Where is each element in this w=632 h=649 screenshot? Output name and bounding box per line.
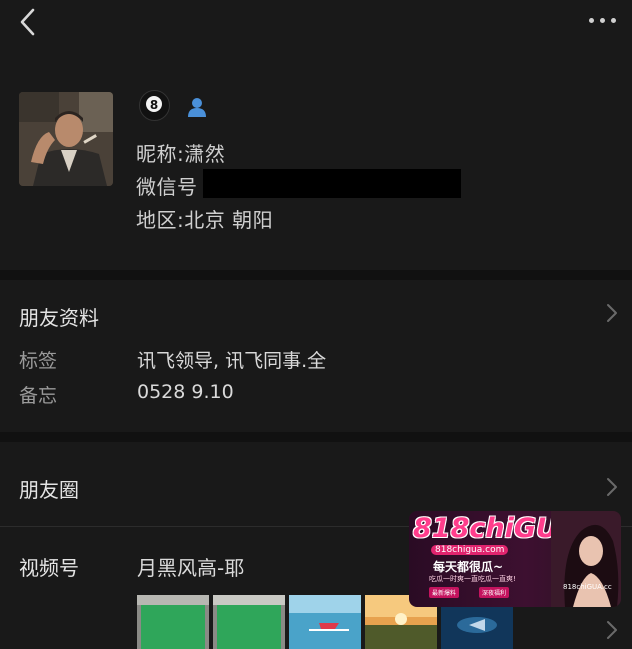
section-separator [0, 270, 632, 280]
more-dot [611, 18, 616, 23]
tags-label: 标签 [19, 350, 58, 372]
ad-url: 818chigua.com [431, 545, 509, 555]
ad-side-text: 818chiGUA.cc [563, 583, 612, 591]
friend-info-title: 朋友资料 [19, 306, 99, 330]
region-line: 地区:北京 朝阳 [136, 204, 273, 233]
moments-title: 朋友圈 [19, 478, 79, 502]
billiard-8-ball-icon: 8 [139, 90, 170, 121]
ad-overlay[interactable]: 818chiGUA 818chigua.com 每天都很瓜~ 吃瓜一时爽一直吃瓜… [409, 511, 621, 607]
avatar-image [19, 92, 113, 186]
green-screen-thumbnail[interactable] [213, 595, 285, 649]
person-icon [186, 96, 208, 118]
region-value: 北京 朝阳 [184, 208, 274, 232]
nickname-line: 昵称:潇然 [136, 138, 225, 167]
memo-label: 备忘 [19, 385, 58, 407]
nickname-label: 昵称 [136, 142, 177, 166]
memo-value: 0528 9.10 [137, 381, 234, 403]
more-dots-icon [589, 18, 594, 23]
wechat-id-line: 微信号 [136, 171, 198, 200]
nickname-value: 潇然 [184, 142, 226, 166]
chevron-left-icon [20, 8, 35, 36]
friend-info-section[interactable]: 朋友资料 标签 讯飞领导, 讯飞同事.全 备忘 0528 9.10 [0, 280, 632, 430]
ad-slogan: 每天都很瓜~ [433, 560, 504, 574]
channels-title: 视频号 [19, 556, 79, 580]
green-screen-thumbnail[interactable] [137, 595, 209, 649]
wechat-id-label: 微信号 [136, 175, 198, 199]
svg-text:8: 8 [150, 98, 158, 112]
avatar[interactable] [19, 92, 113, 186]
chevron-right-icon [607, 478, 617, 496]
section-separator [0, 432, 632, 442]
back-button[interactable] [14, 6, 44, 38]
boat-sea-thumbnail[interactable] [289, 595, 361, 649]
ad-subtext: 吃瓜一时爽一直吃瓜一直爽! [429, 575, 516, 583]
chevron-right-icon [607, 621, 617, 639]
ad-tag: 深夜福利 [479, 587, 510, 598]
ad-tag: 最新爆料 [429, 587, 460, 598]
ad-model-image [551, 511, 621, 607]
channels-value: 月黑风高-耶 [137, 556, 245, 580]
tags-value: 讯飞领导, 讯飞同事.全 [137, 350, 327, 372]
region-label: 地区 [136, 208, 177, 232]
more-button[interactable] [586, 10, 620, 30]
more-dot [600, 18, 605, 23]
wechat-id-redaction [203, 169, 461, 198]
chevron-right-icon [607, 304, 617, 322]
